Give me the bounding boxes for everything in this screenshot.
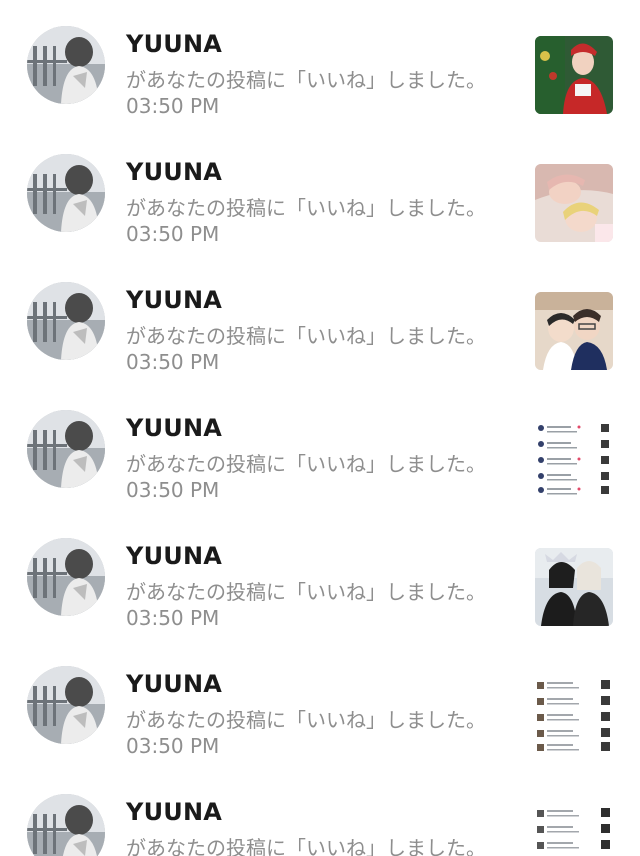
notification-row[interactable]: YUUNA があなたの投稿に「いいね」しました。 03:50 PM xyxy=(0,384,640,512)
post-thumbnail[interactable] xyxy=(535,804,613,856)
username[interactable]: YUUNA xyxy=(126,670,222,698)
avatar[interactable] xyxy=(27,26,105,104)
post-thumbnail[interactable] xyxy=(535,676,613,754)
timestamp: 03:50 PM xyxy=(126,222,220,246)
notification-row[interactable]: YUUNA があなたの投稿に「いいね」しました。 03:50 PM xyxy=(0,256,640,384)
notification-row[interactable]: YUUNA があなたの投稿に「いいね」しました。 03:50 PM xyxy=(0,512,640,640)
timestamp: 03:50 PM xyxy=(126,478,220,502)
notification-message: があなたの投稿に「いいね」しました。 xyxy=(126,68,486,92)
username[interactable]: YUUNA xyxy=(126,30,222,58)
avatar[interactable] xyxy=(27,282,105,360)
notification-row[interactable]: YUUNA があなたの投稿に「いいね」しました。 xyxy=(0,768,640,856)
post-thumbnail[interactable] xyxy=(535,36,613,114)
username[interactable]: YUUNA xyxy=(126,414,222,442)
timestamp: 03:50 PM xyxy=(126,350,220,374)
username[interactable]: YUUNA xyxy=(126,798,222,826)
notification-message: があなたの投稿に「いいね」しました。 xyxy=(126,452,486,476)
post-thumbnail[interactable] xyxy=(535,164,613,242)
username[interactable]: YUUNA xyxy=(126,286,222,314)
notification-row[interactable]: YUUNA があなたの投稿に「いいね」しました。 03:50 PM xyxy=(0,0,640,128)
notification-message: があなたの投稿に「いいね」しました。 xyxy=(126,580,486,604)
avatar[interactable] xyxy=(27,410,105,488)
post-thumbnail[interactable] xyxy=(535,420,613,498)
avatar[interactable] xyxy=(27,794,105,856)
notification-message: があなたの投稿に「いいね」しました。 xyxy=(126,836,486,856)
notification-message: があなたの投稿に「いいね」しました。 xyxy=(126,196,486,220)
username[interactable]: YUUNA xyxy=(126,158,222,186)
notification-message: があなたの投稿に「いいね」しました。 xyxy=(126,708,486,732)
notification-row[interactable]: YUUNA があなたの投稿に「いいね」しました。 03:50 PM xyxy=(0,128,640,256)
timestamp: 03:50 PM xyxy=(126,606,220,630)
notification-message: があなたの投稿に「いいね」しました。 xyxy=(126,324,486,348)
timestamp: 03:50 PM xyxy=(126,734,220,758)
timestamp: 03:50 PM xyxy=(126,94,220,118)
post-thumbnail[interactable] xyxy=(535,292,613,370)
post-thumbnail[interactable] xyxy=(535,548,613,626)
notification-list: YUUNA があなたの投稿に「いいね」しました。 03:50 PM YUUNA … xyxy=(0,0,640,856)
notification-row[interactable]: YUUNA があなたの投稿に「いいね」しました。 03:50 PM xyxy=(0,640,640,768)
avatar[interactable] xyxy=(27,154,105,232)
avatar[interactable] xyxy=(27,666,105,744)
username[interactable]: YUUNA xyxy=(126,542,222,570)
avatar[interactable] xyxy=(27,538,105,616)
